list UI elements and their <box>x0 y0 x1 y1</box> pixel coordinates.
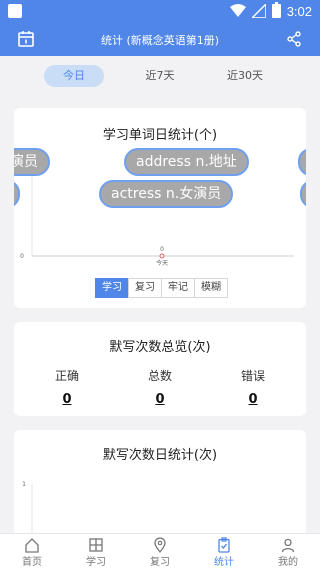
word-bubbles-area: 男演员 address n.地址 actress n.女演员 <box>14 148 306 218</box>
daily-words-title: 学习单词日统计(个) <box>102 128 218 143</box>
status-time: 3:02 <box>286 4 312 19</box>
data-point <box>159 253 165 259</box>
location-pin-icon <box>154 537 166 553</box>
book-icon <box>89 538 103 552</box>
page-title: 统计 (新概念英语第1册) <box>100 34 220 47</box>
battery-icon <box>272 2 281 18</box>
stat-label: 正确 <box>54 369 79 383</box>
segment-review[interactable]: 复习 <box>128 278 162 298</box>
stat-label: 总数 <box>147 369 172 383</box>
y-tick-label: 1 <box>22 481 26 488</box>
dictation-overview-card: 默写次数总览(次) 正确 0 总数 0 错误 0 <box>14 322 306 416</box>
segment-learn[interactable]: 学习 <box>95 278 129 298</box>
segment-vague[interactable]: 模糊 <box>194 278 228 298</box>
word-bubble[interactable]: address n.地址 <box>124 148 249 176</box>
word-bubble[interactable]: actress n.女演员 <box>99 180 234 208</box>
nav-stats[interactable]: 统计 <box>192 534 256 569</box>
wifi-icon <box>230 4 246 17</box>
stat-wrong: 错误 0 <box>223 367 283 407</box>
person-icon <box>281 538 295 553</box>
nav-label: 复习 <box>150 557 170 568</box>
tab-7-days[interactable]: 近7天 <box>130 65 190 87</box>
stat-correct: 正确 0 <box>37 367 97 407</box>
share-icon[interactable] <box>286 31 302 47</box>
home-icon <box>25 538 39 553</box>
nav-learn[interactable]: 学习 <box>64 534 128 569</box>
word-bubble-partial[interactable] <box>298 148 306 176</box>
bottom-nav: 首页 学习 复习 统计 我的 <box>0 533 320 569</box>
y-tick-label: 0 <box>20 253 24 260</box>
dictation-overview-title: 默写次数总览(次) <box>109 340 211 355</box>
nav-home[interactable]: 首页 <box>0 534 64 569</box>
tab-30-days[interactable]: 近30天 <box>215 65 275 87</box>
data-label: 0 <box>160 246 164 253</box>
tab-today[interactable]: 今日 <box>44 65 104 87</box>
nav-review[interactable]: 复习 <box>128 534 192 569</box>
dictation-daily-chart: 1 <box>22 481 33 533</box>
stat-value[interactable]: 0 <box>223 392 283 407</box>
status-bar: 3:02 <box>0 0 320 24</box>
signal-icon <box>252 4 266 18</box>
nav-label: 我的 <box>278 557 298 568</box>
dictation-daily-title: 默写次数日统计(次) <box>102 448 218 463</box>
nav-label: 学习 <box>86 557 106 568</box>
word-bubble-partial[interactable] <box>300 180 306 208</box>
notification-icon <box>8 4 22 18</box>
word-type-segment: 学习 复习 牢记 模糊 <box>95 278 228 298</box>
app-bar: 统计 (新概念英语第1册) <box>0 24 320 56</box>
word-bubble[interactable]: 男演员 <box>14 148 50 176</box>
stat-value[interactable]: 0 <box>130 392 190 407</box>
segment-memorized[interactable]: 牢记 <box>161 278 195 298</box>
nav-me[interactable]: 我的 <box>256 534 320 569</box>
nav-label: 统计 <box>214 557 234 568</box>
date-range-tabs: 今日 近7天 近30天 <box>0 56 320 96</box>
stat-label: 错误 <box>240 369 265 383</box>
stat-value[interactable]: 0 <box>37 392 97 407</box>
clipboard-check-icon <box>218 537 230 553</box>
stat-total: 总数 0 <box>130 367 190 407</box>
word-bubble-partial[interactable] <box>14 180 20 208</box>
x-tick-label: 今天 <box>156 259 168 267</box>
nav-label: 首页 <box>22 557 42 568</box>
